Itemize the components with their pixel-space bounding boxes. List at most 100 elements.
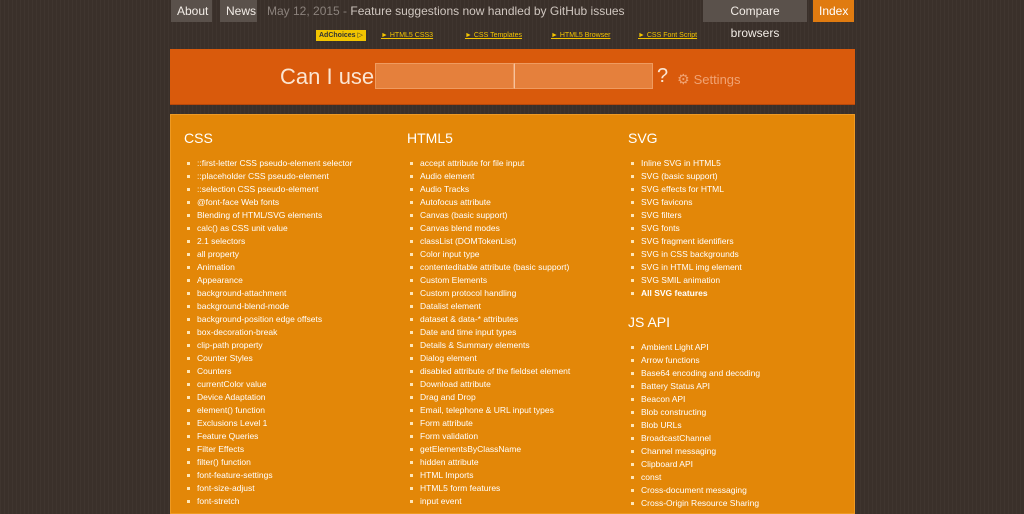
feature-link[interactable]: ::first-letter CSS pseudo-element select… xyxy=(184,157,399,170)
feature-link[interactable]: Animation xyxy=(184,261,399,274)
feature-link[interactable]: filter() function xyxy=(184,456,399,469)
feature-link[interactable]: SVG effects for HTML xyxy=(628,183,843,196)
feature-link[interactable]: Audio Tracks xyxy=(407,183,622,196)
feature-link[interactable]: Beacon API xyxy=(628,393,843,406)
feature-link[interactable]: disabled attribute of the fieldset eleme… xyxy=(407,365,622,378)
jsapi-heading: JS API xyxy=(628,314,671,330)
compare-browsers-link[interactable]: Compare browsers xyxy=(703,0,807,40)
feature-link[interactable]: Filter Effects xyxy=(184,443,399,456)
feature-link[interactable]: hidden attribute xyxy=(407,456,622,469)
svg-heading: SVG xyxy=(628,130,658,146)
feature-link[interactable]: clip-path property xyxy=(184,339,399,352)
feature-link[interactable]: all property xyxy=(184,248,399,261)
feature-link[interactable]: Blob URLs xyxy=(628,419,843,432)
feature-link[interactable]: ::selection CSS pseudo-element xyxy=(184,183,399,196)
news-notice[interactable]: May 12, 2015 - Feature suggestions now h… xyxy=(267,0,625,22)
svg-jsapi-column: SVG Inline SVG in HTML5 SVG (basic suppor… xyxy=(628,129,843,510)
feature-link[interactable]: Custom protocol handling xyxy=(407,287,622,300)
feature-link[interactable]: SVG fonts xyxy=(628,222,843,235)
feature-link[interactable]: Feature Queries xyxy=(184,430,399,443)
feature-link[interactable]: Date and time input types xyxy=(407,326,622,339)
feature-link[interactable]: Counter Styles xyxy=(184,352,399,365)
feature-link[interactable]: background-position edge offsets xyxy=(184,313,399,326)
ad-link[interactable]: ► CSS Templates xyxy=(465,31,522,40)
feature-link[interactable]: Channel messaging xyxy=(628,445,843,458)
feature-link[interactable]: classList (DOMTokenList) xyxy=(407,235,622,248)
feature-link[interactable]: font-size-adjust xyxy=(184,482,399,495)
feature-link[interactable]: Device Adaptation xyxy=(184,391,399,404)
feature-link[interactable]: HTML Imports xyxy=(407,469,622,482)
feature-link[interactable]: input event xyxy=(407,495,622,508)
feature-link[interactable]: Arrow functions xyxy=(628,354,843,367)
feature-link[interactable]: Ambient Light API xyxy=(628,341,843,354)
feature-link[interactable]: background-blend-mode xyxy=(184,300,399,313)
jsapi-feature-list: Ambient Light API Arrow functions Base64 e… xyxy=(628,341,843,510)
feature-link[interactable]: Cross-Origin Resource Sharing xyxy=(628,497,843,510)
ad-link[interactable]: ► HTML5 CSS3 xyxy=(381,31,433,40)
feature-link[interactable]: currentColor value xyxy=(184,378,399,391)
feature-link[interactable]: BroadcastChannel xyxy=(628,432,843,445)
html5-feature-list: accept attribute for file input Audio ele… xyxy=(407,157,622,508)
feature-link[interactable]: SVG filters xyxy=(628,209,843,222)
feature-link[interactable]: SVG SMIL animation xyxy=(628,274,843,287)
ad-link[interactable]: ► CSS Font Script xyxy=(638,31,697,40)
about-link[interactable]: About xyxy=(171,0,212,22)
feature-link[interactable]: Battery Status API xyxy=(628,380,843,393)
feature-link[interactable]: Details & Summary elements xyxy=(407,339,622,352)
feature-link[interactable]: Blending of HTML/SVG elements xyxy=(184,209,399,222)
feature-link[interactable]: box-decoration-break xyxy=(184,326,399,339)
feature-link[interactable]: dataset & data-* attributes xyxy=(407,313,622,326)
feature-link[interactable]: Canvas (basic support) xyxy=(407,209,622,222)
feature-link[interactable]: calc() as CSS unit value xyxy=(184,222,399,235)
feature-link[interactable]: Form validation xyxy=(407,430,622,443)
feature-link[interactable]: SVG (basic support) xyxy=(628,170,843,183)
svg-feature-list: Inline SVG in HTML5 SVG (basic support) SV… xyxy=(628,157,843,300)
settings-button[interactable]: ⚙ Settings xyxy=(677,71,741,88)
feature-link[interactable]: font-feature-settings xyxy=(184,469,399,482)
feature-link[interactable]: @font-face Web fonts xyxy=(184,196,399,209)
feature-link[interactable]: Exclusions Level 1 xyxy=(184,417,399,430)
ad-link[interactable]: ► HTML5 Browser xyxy=(551,31,610,40)
settings-label: Settings xyxy=(693,72,741,87)
feature-link[interactable]: background-attachment xyxy=(184,287,399,300)
all-features-link[interactable]: All SVG features xyxy=(628,287,843,300)
feature-link[interactable]: contenteditable attribute (basic support… xyxy=(407,261,622,274)
feature-link[interactable]: Inline SVG in HTML5 xyxy=(628,157,843,170)
feature-link[interactable]: Datalist element xyxy=(407,300,622,313)
feature-link[interactable]: const xyxy=(628,471,843,484)
feature-link[interactable]: Dialog element xyxy=(407,352,622,365)
feature-link[interactable]: Drag and Drop xyxy=(407,391,622,404)
feature-link[interactable]: Base64 encoding and decoding xyxy=(628,367,843,380)
feature-link[interactable]: Blob constructing xyxy=(628,406,843,419)
feature-link[interactable]: Custom Elements xyxy=(407,274,622,287)
feature-link[interactable]: Cross-document messaging xyxy=(628,484,843,497)
feature-link[interactable]: font-stretch xyxy=(184,495,399,508)
search-input[interactable] xyxy=(375,63,514,89)
notice-separator: - xyxy=(339,4,351,18)
feature-link[interactable]: ::placeholder CSS pseudo-element xyxy=(184,170,399,183)
feature-link[interactable]: SVG favicons xyxy=(628,196,843,209)
html5-heading: HTML5 xyxy=(407,130,453,146)
feature-link[interactable]: element() function xyxy=(184,404,399,417)
search-input-secondary[interactable] xyxy=(514,63,653,89)
feature-link[interactable]: Appearance xyxy=(184,274,399,287)
feature-link[interactable]: accept attribute for file input xyxy=(407,157,622,170)
feature-link[interactable]: SVG in CSS backgrounds xyxy=(628,248,843,261)
feature-link[interactable]: SVG fragment identifiers xyxy=(628,235,843,248)
feature-link[interactable]: Form attribute xyxy=(407,417,622,430)
feature-link[interactable]: Download attribute xyxy=(407,378,622,391)
adchoices-badge[interactable]: AdChoices ▷ xyxy=(316,30,366,41)
index-link[interactable]: Index xyxy=(813,0,854,22)
feature-link[interactable]: Color input type xyxy=(407,248,622,261)
feature-link[interactable]: Clipboard API xyxy=(628,458,843,471)
news-link[interactable]: News xyxy=(220,0,257,22)
feature-link[interactable]: Audio element xyxy=(407,170,622,183)
feature-link[interactable]: Canvas blend modes xyxy=(407,222,622,235)
feature-link[interactable]: 2.1 selectors xyxy=(184,235,399,248)
feature-link[interactable]: HTML5 form features xyxy=(407,482,622,495)
feature-link[interactable]: SVG in HTML img element xyxy=(628,261,843,274)
feature-link[interactable]: Autofocus attribute xyxy=(407,196,622,209)
feature-link[interactable]: Counters xyxy=(184,365,399,378)
feature-link[interactable]: Email, telephone & URL input types xyxy=(407,404,622,417)
feature-link[interactable]: getElementsByClassName xyxy=(407,443,622,456)
